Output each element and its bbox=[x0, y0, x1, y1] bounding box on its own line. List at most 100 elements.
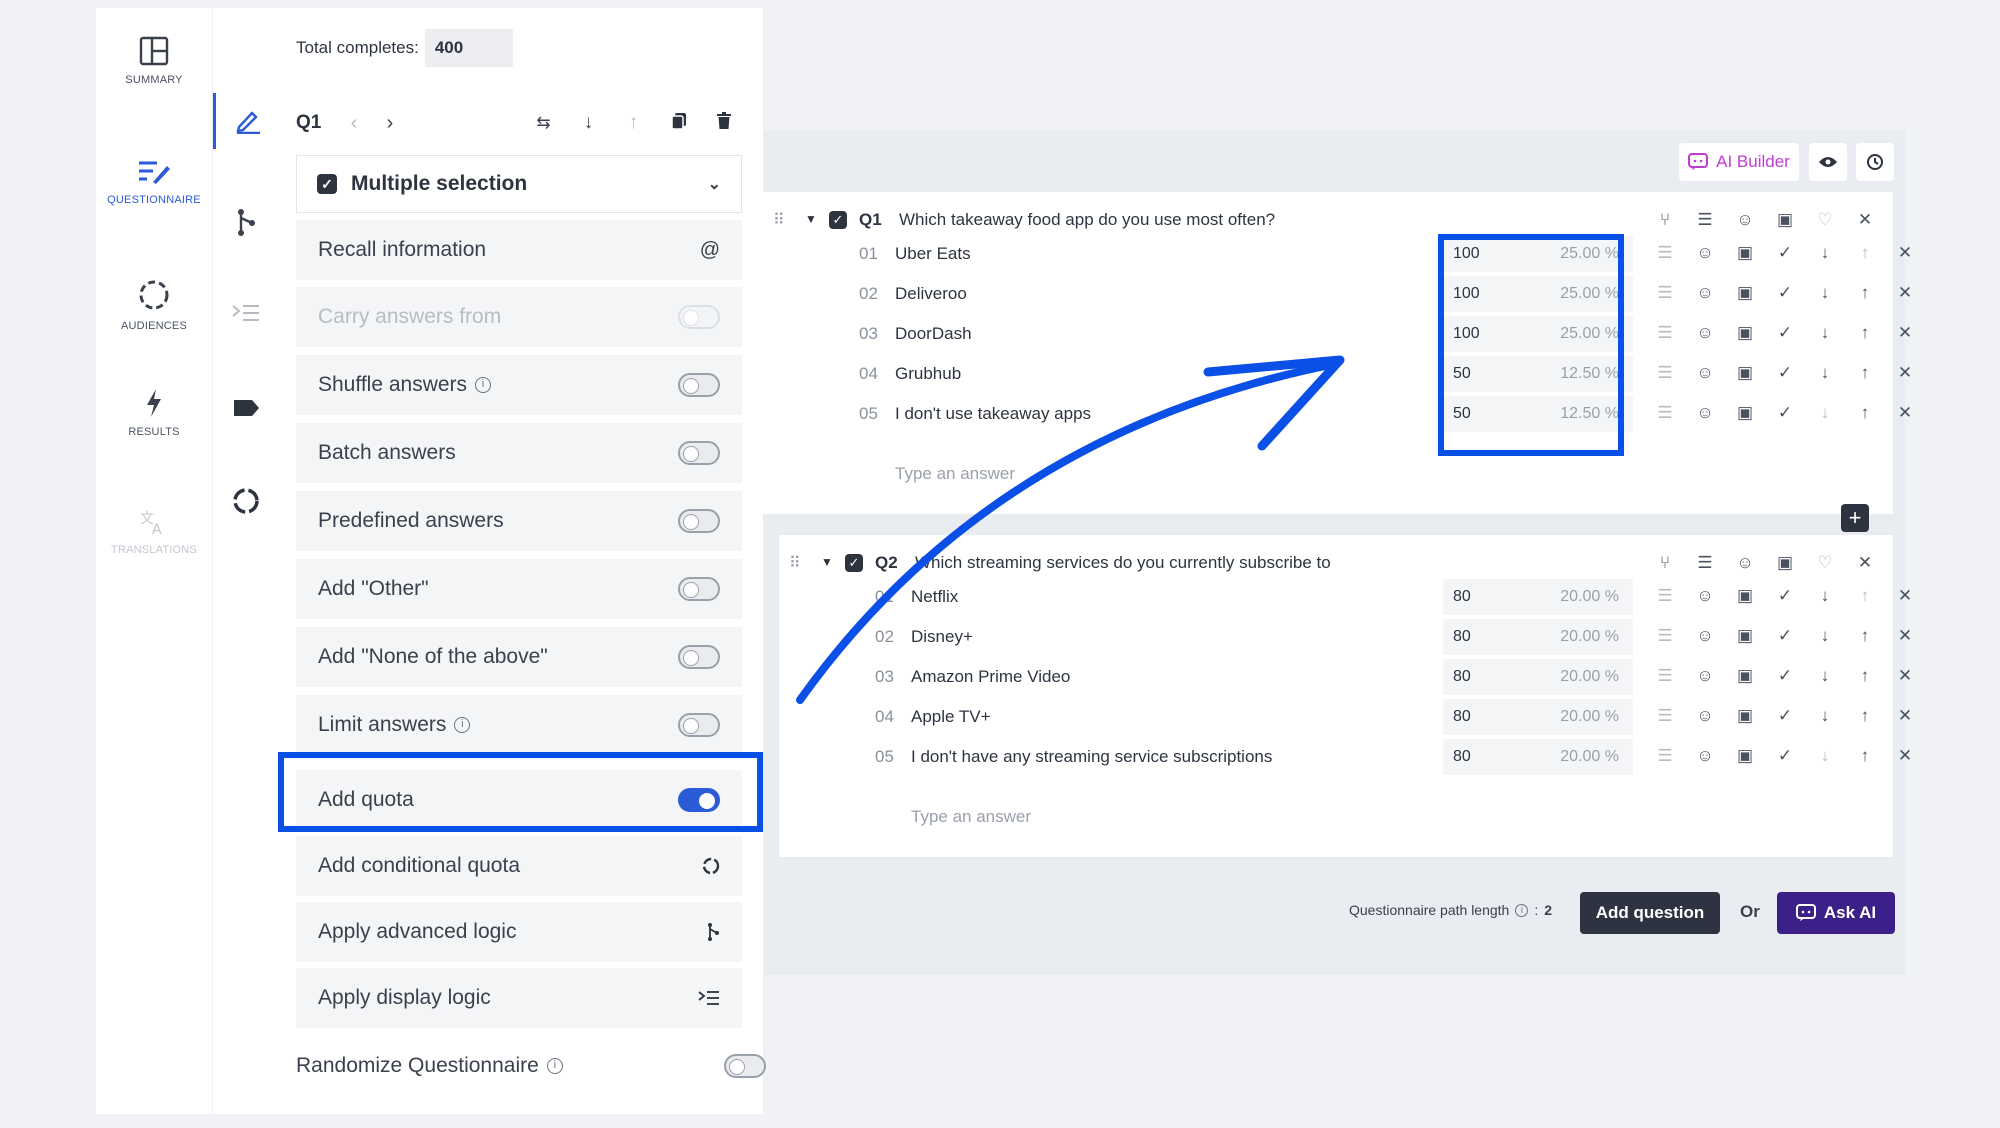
display-logic-icon[interactable]: ☰ bbox=[1645, 363, 1685, 383]
heart-icon[interactable]: ♡ bbox=[1805, 553, 1845, 573]
advanced-logic-row[interactable]: Apply advanced logic bbox=[296, 902, 742, 962]
ai-chat-icon[interactable]: ☺ bbox=[1685, 586, 1725, 606]
display-logic-icon[interactable]: ☰ bbox=[1645, 706, 1685, 726]
display-logic-icon[interactable]: ☰ bbox=[1645, 586, 1685, 606]
change-type-icon[interactable]: ⇆ bbox=[521, 113, 566, 133]
shuffle-answers-toggle[interactable] bbox=[678, 373, 720, 397]
tool-quota[interactable] bbox=[213, 473, 279, 529]
move-down-icon[interactable]: ↓ bbox=[1805, 363, 1845, 383]
batch-answers-toggle[interactable] bbox=[678, 441, 720, 465]
close-icon[interactable]: ✕ bbox=[1845, 210, 1885, 230]
move-up-icon[interactable]: ↑ bbox=[1845, 403, 1885, 423]
close-icon[interactable]: ✕ bbox=[1885, 283, 1925, 303]
add-question-button[interactable]: Add question bbox=[1580, 892, 1720, 934]
media-icon[interactable]: ▣ bbox=[1725, 706, 1765, 726]
tool-branching[interactable] bbox=[213, 194, 279, 250]
display-logic-icon[interactable]: ☰ bbox=[1685, 210, 1725, 230]
quota-count-input[interactable]: 80 bbox=[1443, 708, 1513, 726]
close-icon[interactable]: ✕ bbox=[1885, 746, 1925, 766]
type-answer-input[interactable]: Type an answer bbox=[911, 807, 1031, 827]
delete-icon[interactable] bbox=[701, 111, 746, 135]
copy-icon[interactable] bbox=[656, 112, 701, 135]
quota-count-input[interactable]: 80 bbox=[1443, 628, 1513, 646]
nav-translations[interactable]: 文A TRANSLATIONS bbox=[96, 508, 212, 556]
ai-chat-icon[interactable]: ☺ bbox=[1685, 746, 1725, 766]
answer-label[interactable]: Amazon Prime Video bbox=[911, 667, 1070, 687]
move-up-icon[interactable]: ↑ bbox=[1845, 666, 1885, 686]
conditional-quota-row[interactable]: Add conditional quota bbox=[296, 836, 742, 896]
check-icon[interactable]: ✓ bbox=[1765, 706, 1805, 726]
media-icon[interactable]: ▣ bbox=[1725, 666, 1765, 686]
check-icon[interactable]: ✓ bbox=[1765, 666, 1805, 686]
answer-label[interactable]: Apple TV+ bbox=[911, 707, 991, 727]
close-icon[interactable]: ✕ bbox=[1885, 323, 1925, 343]
display-logic-icon[interactable]: ☰ bbox=[1645, 323, 1685, 343]
question-text[interactable]: Which streaming services do you currentl… bbox=[915, 553, 1331, 573]
display-logic-icon[interactable]: ☰ bbox=[1645, 666, 1685, 686]
tool-tag[interactable] bbox=[213, 380, 279, 436]
answer-label[interactable]: Disney+ bbox=[911, 627, 973, 647]
info-icon[interactable]: i bbox=[475, 377, 492, 393]
check-icon[interactable]: ✓ bbox=[1765, 243, 1805, 263]
ai-chat-icon[interactable]: ☺ bbox=[1725, 553, 1765, 573]
ai-chat-icon[interactable]: ☺ bbox=[1685, 283, 1725, 303]
quota-count-input[interactable]: 80 bbox=[1443, 668, 1513, 686]
check-icon[interactable]: ✓ bbox=[1765, 363, 1805, 383]
ai-chat-icon[interactable]: ☺ bbox=[1725, 210, 1765, 230]
tool-display-logic[interactable] bbox=[213, 286, 279, 342]
info-icon[interactable]: i bbox=[454, 717, 471, 733]
media-icon[interactable]: ▣ bbox=[1725, 283, 1765, 303]
info-icon[interactable]: i bbox=[1515, 903, 1529, 917]
answer-label[interactable]: I don't use takeaway apps bbox=[895, 404, 1091, 424]
display-logic-icon[interactable]: ☰ bbox=[1645, 626, 1685, 646]
close-icon[interactable]: ✕ bbox=[1885, 626, 1925, 646]
move-down-icon[interactable]: ↓ bbox=[1805, 283, 1845, 303]
display-logic-icon[interactable]: ☰ bbox=[1645, 243, 1685, 263]
ask-ai-button[interactable]: Ask AI bbox=[1777, 892, 1895, 934]
media-icon[interactable]: ▣ bbox=[1725, 323, 1765, 343]
drag-handle-icon[interactable]: ⠿ bbox=[789, 553, 801, 573]
close-icon[interactable]: ✕ bbox=[1885, 706, 1925, 726]
nav-summary[interactable]: SUMMARY bbox=[96, 36, 212, 86]
close-icon[interactable]: ✕ bbox=[1885, 363, 1925, 383]
move-up-icon[interactable]: ↑ bbox=[1845, 243, 1885, 263]
move-up-icon[interactable]: ↑ bbox=[1845, 363, 1885, 383]
answer-label[interactable]: Uber Eats bbox=[895, 244, 971, 264]
check-icon[interactable]: ✓ bbox=[1765, 746, 1805, 766]
close-icon[interactable]: ✕ bbox=[1845, 553, 1885, 573]
check-icon[interactable]: ✓ bbox=[1765, 323, 1805, 343]
answer-label[interactable]: Deliveroo bbox=[895, 284, 967, 304]
total-completes-input[interactable]: 400 bbox=[424, 29, 513, 67]
move-down-icon[interactable]: ↓ bbox=[1805, 666, 1845, 686]
answer-label[interactable]: I don't have any streaming service subsc… bbox=[911, 747, 1272, 767]
display-logic-icon[interactable]: ☰ bbox=[1645, 746, 1685, 766]
move-down-icon[interactable]: ↓ bbox=[1805, 323, 1845, 343]
nav-questionnaire[interactable]: QUESTIONNAIRE bbox=[96, 158, 212, 206]
collapse-caret-icon[interactable]: ▼ bbox=[805, 212, 817, 226]
move-up-icon[interactable]: ↑ bbox=[1845, 626, 1885, 646]
question-text[interactable]: Which takeaway food app do you use most … bbox=[899, 210, 1275, 230]
media-icon[interactable]: ▣ bbox=[1725, 243, 1765, 263]
ai-chat-icon[interactable]: ☺ bbox=[1685, 323, 1725, 343]
media-icon[interactable]: ▣ bbox=[1725, 626, 1765, 646]
media-icon[interactable]: ▣ bbox=[1725, 586, 1765, 606]
close-icon[interactable]: ✕ bbox=[1885, 403, 1925, 423]
ai-chat-icon[interactable]: ☺ bbox=[1685, 243, 1725, 263]
question-type-select[interactable]: ✓ Multiple selection ⌄ bbox=[296, 155, 742, 213]
ai-chat-icon[interactable]: ☺ bbox=[1685, 403, 1725, 423]
close-icon[interactable]: ✕ bbox=[1885, 243, 1925, 263]
media-icon[interactable]: ▣ bbox=[1765, 553, 1805, 573]
move-up-icon[interactable]: ↑ bbox=[611, 112, 656, 134]
media-icon[interactable]: ▣ bbox=[1725, 746, 1765, 766]
recall-information-row[interactable]: Recall information @ bbox=[296, 220, 742, 280]
drag-handle-icon[interactable]: ⠿ bbox=[773, 210, 785, 230]
branch-icon[interactable]: ⑂ bbox=[1645, 553, 1685, 573]
answer-label[interactable]: DoorDash bbox=[895, 324, 972, 344]
quota-count-input[interactable]: 80 bbox=[1443, 748, 1513, 766]
close-icon[interactable]: ✕ bbox=[1885, 666, 1925, 686]
close-icon[interactable]: ✕ bbox=[1885, 586, 1925, 606]
add-none-toggle[interactable] bbox=[678, 645, 720, 669]
predefined-answers-toggle[interactable] bbox=[678, 509, 720, 533]
check-icon[interactable]: ✓ bbox=[1765, 626, 1805, 646]
answer-label[interactable]: Grubhub bbox=[895, 364, 961, 384]
